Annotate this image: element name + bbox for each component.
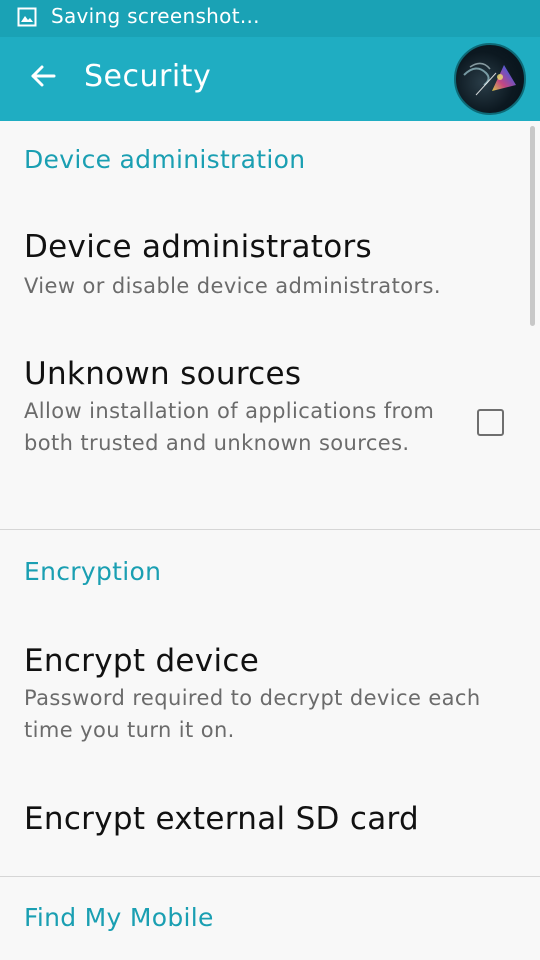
item-title: Unknown sources	[24, 356, 302, 392]
status-bar: Saving screenshot...	[0, 0, 540, 37]
item-title: Encrypt device	[24, 643, 260, 679]
avatar[interactable]	[454, 43, 526, 115]
settings-list: Device administration Device administrat…	[0, 121, 540, 960]
back-button[interactable]	[22, 57, 64, 99]
setting-unknown-sources[interactable]: Unknown sources Allow installation of ap…	[0, 336, 540, 526]
unknown-sources-checkbox[interactable]	[477, 409, 504, 436]
item-summary: View or disable device administrators.	[24, 274, 441, 298]
arrow-left-icon	[30, 64, 56, 92]
image-icon	[17, 7, 37, 27]
page-title: Security	[84, 59, 212, 94]
setting-encrypt-external-sd-card[interactable]: Encrypt external SD card	[0, 781, 540, 876]
divider	[0, 529, 540, 530]
item-summary: Password required to decrypt device each…	[24, 686, 481, 742]
setting-device-administrators[interactable]: Device administrators View or disable de…	[0, 211, 540, 321]
app-bar: Security	[0, 37, 540, 121]
section-header-encryption: Encryption	[24, 557, 162, 586]
item-title: Encrypt external SD card	[24, 801, 419, 837]
divider	[0, 876, 540, 877]
security-settings-screen: Saving screenshot... Security Device adm…	[0, 0, 540, 960]
item-summary: Allow installation of applications from …	[24, 399, 435, 455]
section-header-find-my-mobile: Find My Mobile	[24, 903, 214, 932]
status-text: Saving screenshot...	[51, 4, 260, 28]
section-header-device-administration: Device administration	[24, 145, 306, 174]
setting-encrypt-device[interactable]: Encrypt device Password required to decr…	[0, 621, 540, 751]
item-title: Device administrators	[24, 229, 372, 265]
